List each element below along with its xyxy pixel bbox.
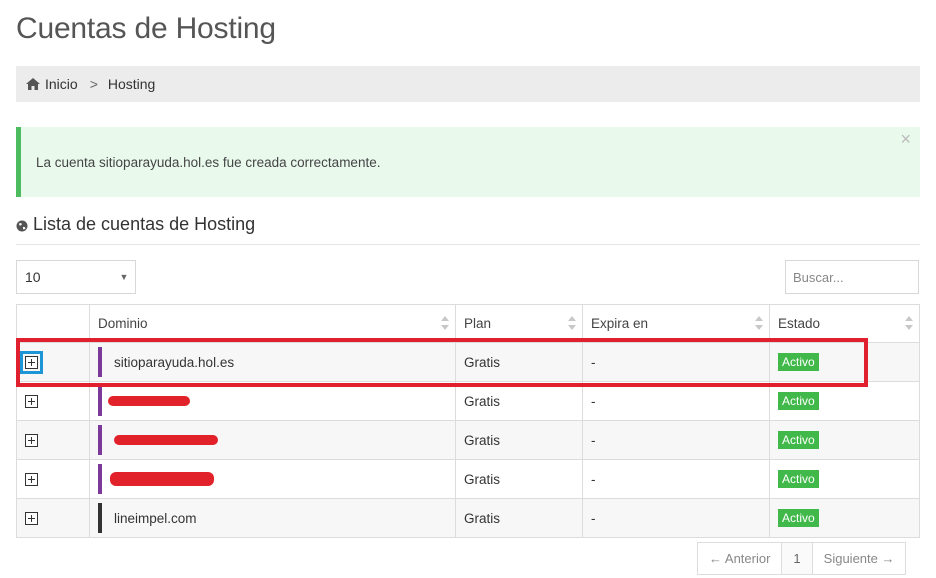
search-input[interactable]	[785, 260, 919, 294]
expand-cell	[16, 420, 90, 460]
page-number-button[interactable]: 1	[781, 543, 813, 574]
expand-column-header	[16, 304, 90, 343]
column-header-expires[interactable]: Expira en	[582, 304, 770, 343]
domain-name[interactable]: lineimpel.com	[114, 511, 197, 526]
plan-cell: Gratis	[455, 420, 583, 460]
expand-plus-icon[interactable]	[25, 355, 38, 369]
next-page-button[interactable]: Siguiente →	[813, 543, 906, 574]
hosting-accounts-table: Dominio Plan Expira en Estado sitioparay…	[16, 304, 920, 538]
sort-icon	[755, 316, 763, 330]
home-icon	[26, 78, 40, 90]
prev-page-button[interactable]: ← Anterior	[698, 543, 781, 574]
column-header-plan[interactable]: Plan	[455, 304, 583, 343]
globe-icon	[16, 220, 28, 232]
expand-cell	[16, 342, 90, 382]
expires-cell: -	[582, 498, 770, 538]
plan-cell: Gratis	[455, 498, 583, 538]
status-cell: Activo	[769, 498, 920, 538]
status-cell: Activo	[769, 459, 920, 499]
sort-icon	[905, 316, 913, 330]
status-cell: Activo	[769, 420, 920, 460]
redaction-mark	[114, 435, 218, 445]
expires-cell: -	[582, 381, 770, 421]
expand-cell	[16, 498, 90, 538]
status-badge: Activo	[778, 392, 819, 410]
redaction-mark	[108, 396, 190, 406]
table-row[interactable]: Gratis - Activo	[16, 381, 920, 421]
domain-cell	[89, 420, 456, 460]
page-length-select[interactable]: 10 ▼	[16, 260, 136, 294]
expand-highlight	[20, 350, 43, 374]
column-header-status[interactable]: Estado	[769, 304, 920, 343]
status-badge: Activo	[778, 353, 819, 371]
status-cell: Activo	[769, 381, 920, 421]
status-cell: Activo	[769, 342, 920, 382]
plan-cell: Gratis	[455, 342, 583, 382]
page-length-value: 10	[25, 269, 41, 285]
expand-cell	[16, 381, 90, 421]
domain-cell	[89, 381, 456, 421]
table-row[interactable]: Gratis - Activo	[16, 459, 920, 499]
table-row[interactable]: lineimpel.com Gratis - Activo	[16, 498, 920, 538]
breadcrumb-separator: >	[89, 76, 98, 92]
domain-color-bar	[98, 464, 102, 494]
status-badge: Activo	[778, 509, 819, 527]
column-header-plan-label: Plan	[464, 316, 492, 331]
sort-icon	[568, 316, 576, 330]
plan-cell: Gratis	[455, 381, 583, 421]
expand-plus-icon[interactable]	[25, 434, 38, 448]
plan-cell: Gratis	[455, 459, 583, 499]
sort-icon	[441, 316, 449, 330]
column-header-domain[interactable]: Dominio	[89, 304, 456, 343]
breadcrumb-current: Hosting	[107, 76, 156, 92]
expires-cell: -	[582, 342, 770, 382]
page-title: Cuentas de Hosting	[16, 12, 276, 45]
table-row[interactable]: Gratis - Activo	[16, 420, 920, 460]
domain-color-bar	[98, 503, 102, 533]
breadcrumb: Inicio > Hosting	[16, 66, 920, 102]
alert-message: La cuenta sitioparayuda.hol.es fue cread…	[36, 154, 381, 170]
table-header-row: Dominio Plan Expira en Estado	[16, 304, 920, 343]
expand-plus-icon[interactable]	[25, 473, 38, 487]
pagination: ← Anterior 1 Siguiente →	[697, 542, 907, 575]
chevron-down-icon: ▼	[119, 272, 129, 282]
column-header-expires-label: Expira en	[591, 316, 649, 331]
expand-plus-icon[interactable]	[25, 395, 38, 409]
domain-color-bar	[98, 386, 102, 416]
expand-cell	[16, 459, 90, 499]
column-header-status-label: Estado	[778, 316, 821, 331]
status-badge: Activo	[778, 470, 819, 488]
column-header-domain-label: Dominio	[98, 316, 148, 331]
close-icon[interactable]: ×	[900, 129, 911, 150]
domain-color-bar	[98, 347, 102, 377]
domain-color-bar	[98, 425, 102, 455]
success-alert: La cuenta sitioparayuda.hol.es fue cread…	[16, 127, 920, 197]
expires-cell: -	[582, 459, 770, 499]
redaction-mark	[110, 472, 214, 486]
status-badge: Activo	[778, 431, 819, 449]
section-title-label: Lista de cuentas de Hosting	[33, 214, 256, 234]
expires-cell: -	[582, 420, 770, 460]
domain-cell	[89, 459, 456, 499]
domain-name[interactable]: sitioparayuda.hol.es	[114, 355, 234, 370]
expand-plus-icon[interactable]	[25, 512, 38, 526]
section-title: Lista de cuentas de Hosting	[16, 214, 920, 245]
domain-cell: lineimpel.com	[89, 498, 456, 538]
table-row[interactable]: sitioparayuda.hol.es Gratis - Activo	[16, 342, 920, 382]
breadcrumb-home-link[interactable]: Inicio	[45, 76, 78, 92]
domain-cell: sitioparayuda.hol.es	[89, 342, 456, 382]
